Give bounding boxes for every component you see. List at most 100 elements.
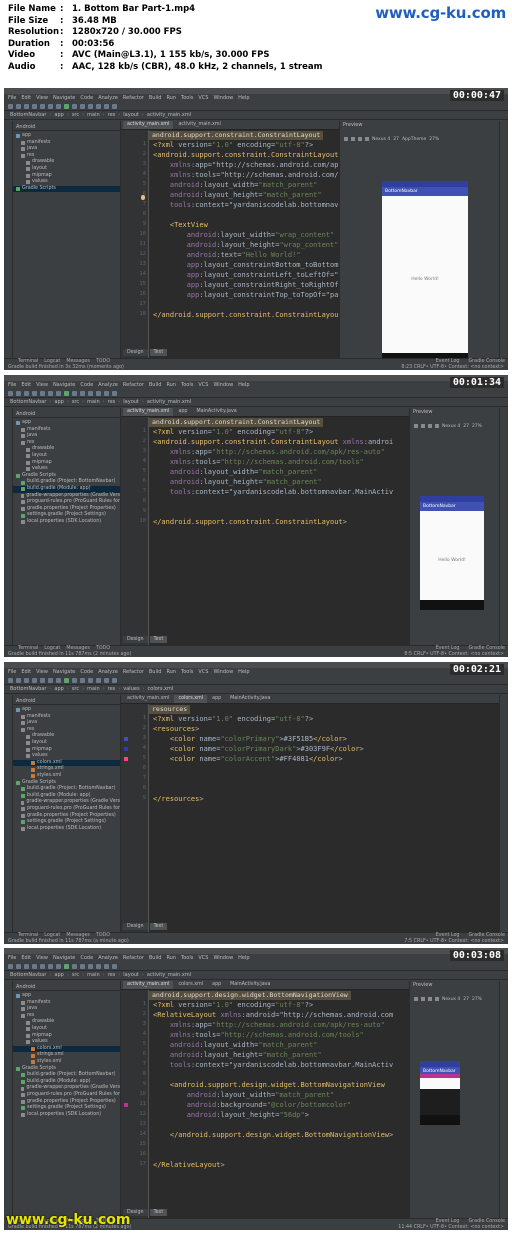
tree-item[interactable]: proguard-rules.pro (ProGuard Rules for xyxy=(13,806,120,813)
menu-item[interactable]: Window xyxy=(213,94,233,102)
editor-mode-tab[interactable]: Design xyxy=(123,923,148,930)
editor-mode-tab[interactable]: Design xyxy=(123,349,148,356)
menu-item[interactable]: Refactor xyxy=(123,94,144,102)
editor-mode-tab[interactable]: Text xyxy=(149,636,168,643)
menu-item[interactable]: Build xyxy=(149,94,162,102)
editor-tab[interactable]: app xyxy=(208,981,226,989)
menu-item[interactable]: Edit xyxy=(21,381,31,389)
preview-tool-icon[interactable] xyxy=(421,997,425,1001)
editor-tab[interactable]: MainActivity.java xyxy=(226,695,275,703)
breadcrumb-item[interactable]: app xyxy=(54,112,63,118)
tree-item[interactable]: res xyxy=(13,727,120,734)
api-selector[interactable]: 27 xyxy=(393,137,399,142)
menu-item[interactable]: File xyxy=(8,381,16,389)
code-editor[interactable]: activity_main.xml activity_main.xml 1 2 3 4 5 6… xyxy=(121,121,339,358)
api-selector[interactable]: 27 xyxy=(463,997,469,1002)
breadcrumb-item[interactable]: src xyxy=(72,686,79,692)
device-selector[interactable]: Nexus 4 xyxy=(442,997,460,1002)
breadcrumb-item[interactable]: app xyxy=(54,686,63,692)
menu-item[interactable]: Refactor xyxy=(123,954,144,962)
editor-tab[interactable]: colors.xml xyxy=(174,695,208,703)
run-icon[interactable] xyxy=(64,103,69,109)
tree-item[interactable]: settings.gradle (Project Settings) xyxy=(13,512,120,519)
tree-item[interactable]: app xyxy=(13,707,120,714)
menu-item[interactable]: Code xyxy=(80,381,93,389)
breadcrumb-item[interactable]: colors.xml xyxy=(148,686,174,692)
tree-item[interactable]: app xyxy=(13,993,120,1000)
menu-item[interactable]: Build xyxy=(149,381,162,389)
editor-mode-tab[interactable]: Text xyxy=(149,1209,168,1216)
tree-item[interactable]: local.properties (SDK Location) xyxy=(13,519,120,526)
toolbar-icon[interactable] xyxy=(48,963,53,969)
editor-mode-tab[interactable]: Text xyxy=(149,923,168,930)
menu-item[interactable]: Navigate xyxy=(53,381,75,389)
toolbar-icon[interactable] xyxy=(104,390,109,396)
tree-item[interactable]: build.gradle (Project: BottomNavbar) xyxy=(13,1072,120,1079)
toolbar-icon[interactable] xyxy=(88,103,93,109)
tree-item[interactable]: layout xyxy=(13,453,120,460)
menu-item[interactable]: Refactor xyxy=(123,668,144,676)
preview-tool-icon[interactable] xyxy=(435,424,439,428)
tree-item[interactable]: Gradle Scripts xyxy=(13,185,120,193)
breadcrumb-item[interactable]: main xyxy=(87,686,100,692)
api-selector[interactable]: 27 xyxy=(463,424,469,429)
toolbar-icon[interactable] xyxy=(56,390,61,396)
menu-item[interactable]: Tools xyxy=(181,94,193,102)
toolbar-icon[interactable] xyxy=(16,963,21,969)
preview-tool-icon[interactable] xyxy=(414,424,418,428)
toolbar-icon[interactable] xyxy=(80,963,85,969)
tree-item[interactable]: build.gradle (Project: BottomNavbar) xyxy=(13,479,120,486)
breadcrumb-item[interactable]: src xyxy=(72,112,79,118)
editor-tab[interactable]: activity_main.xml xyxy=(123,695,174,703)
project-view-selector[interactable]: Android xyxy=(13,410,120,418)
theme-selector[interactable]: AppTheme xyxy=(402,137,426,142)
toolbar-icon[interactable] xyxy=(112,390,117,396)
menu-item[interactable]: Refactor xyxy=(123,381,144,389)
toolbar-icon[interactable] xyxy=(104,963,109,969)
menu-item[interactable]: Tools xyxy=(181,381,193,389)
preview-tool-icon[interactable] xyxy=(435,997,439,1001)
tree-item[interactable]: colors.xml xyxy=(13,1045,120,1053)
editor-tab[interactable]: MainActivity.java xyxy=(226,981,275,989)
toolbar-icon[interactable] xyxy=(72,390,77,396)
tree-item[interactable]: layout xyxy=(13,166,120,173)
tree-item[interactable]: java xyxy=(13,146,120,153)
toolbar-icon[interactable] xyxy=(32,963,37,969)
menu-item[interactable]: Help xyxy=(238,94,249,102)
tree-item[interactable]: res xyxy=(13,153,120,160)
menu-item[interactable]: Help xyxy=(238,954,249,962)
menu-item[interactable]: View xyxy=(36,94,48,102)
menu-item[interactable]: File xyxy=(8,94,16,102)
menu-item[interactable]: VCS xyxy=(198,954,208,962)
breadcrumb-item[interactable]: layout xyxy=(123,972,139,978)
tree-item[interactable]: mipmap xyxy=(13,460,120,467)
menu-item[interactable]: Code xyxy=(80,954,93,962)
tree-item[interactable]: values xyxy=(13,466,120,473)
menu-item[interactable]: Build xyxy=(149,668,162,676)
menu-item[interactable]: Analyze xyxy=(98,668,118,676)
editor-tab[interactable]: activity_main.xml xyxy=(174,121,225,129)
menu-item[interactable]: View xyxy=(36,668,48,676)
toolbar-icon[interactable] xyxy=(48,103,53,109)
tree-item[interactable]: mipmap xyxy=(13,1033,120,1040)
menu-item[interactable]: Edit xyxy=(21,954,31,962)
code-area[interactable]: <?xml version="1.0" encoding="utf-8"?> <R… xyxy=(153,990,409,1218)
toolbar-icon[interactable] xyxy=(16,390,21,396)
toolbar-icon[interactable] xyxy=(80,103,85,109)
tree-item[interactable]: values xyxy=(13,179,120,186)
toolbar-icon[interactable] xyxy=(48,677,53,683)
tree-item[interactable]: build.gradle (Module: app) xyxy=(13,485,120,493)
code-area[interactable]: <?xml version="1.0" encoding="utf-8"?> <r… xyxy=(153,704,499,932)
code-area[interactable]: <?xml version="1.0" encoding="utf-8"?> <a… xyxy=(153,130,339,358)
toolbar-icon[interactable] xyxy=(72,103,77,109)
breadcrumb-item[interactable]: res xyxy=(108,112,116,118)
tree-item[interactable]: styles.xml xyxy=(13,1059,120,1066)
tree-item[interactable]: build.gradle (Project: BottomNavbar) xyxy=(13,786,120,793)
run-icon[interactable] xyxy=(64,963,69,969)
toolbar-icon[interactable] xyxy=(72,963,77,969)
toolbar-icon[interactable] xyxy=(88,677,93,683)
toolbar-icon[interactable] xyxy=(48,390,53,396)
toolbar-icon[interactable] xyxy=(112,963,117,969)
editor-mode-tab[interactable]: Design xyxy=(123,636,148,643)
breadcrumb-item[interactable]: main xyxy=(87,972,100,978)
